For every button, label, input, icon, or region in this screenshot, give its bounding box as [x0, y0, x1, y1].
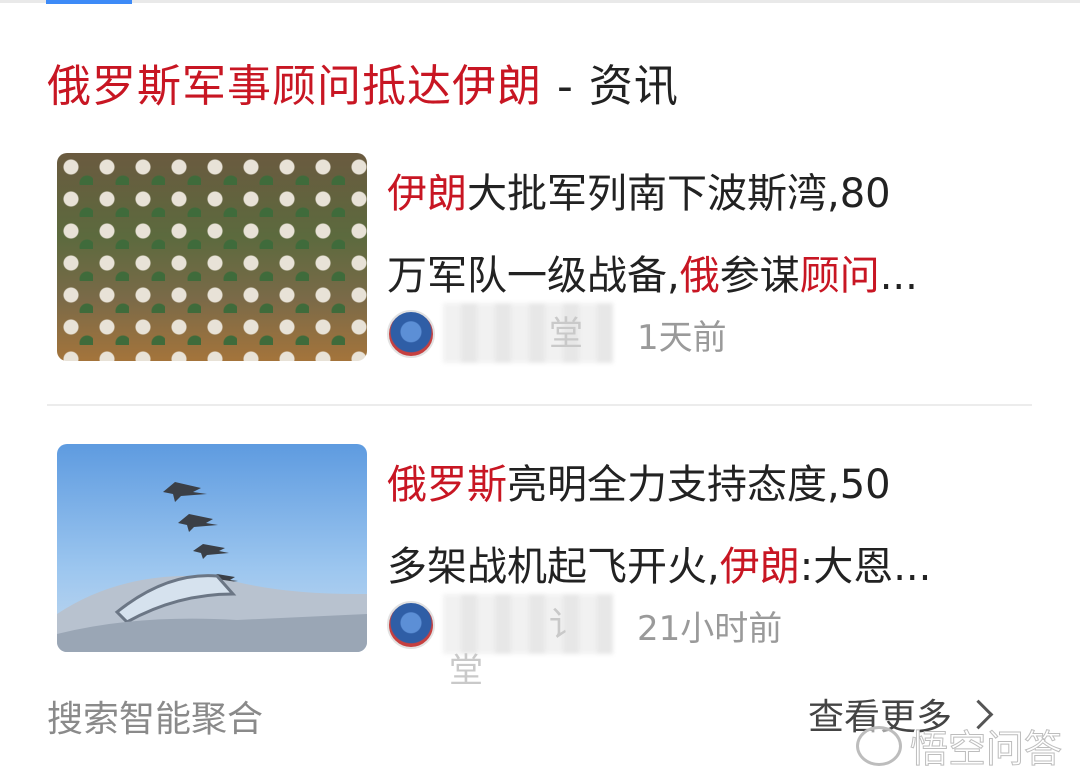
source-name[interactable]: 堂 — [443, 303, 613, 363]
publish-time: 1天前 — [637, 317, 727, 358]
headline-keyword: 俄罗斯 — [387, 462, 507, 508]
publish-time: 21小时前 — [637, 608, 783, 649]
watermark-text: 悟空问答 — [909, 727, 1063, 772]
page-title[interactable]: 俄罗斯军事顾问抵达伊朗 - 资讯 — [47, 52, 679, 122]
headline[interactable]: 伊朗大批军列南下波斯湾,80 万军队一级战备,俄参谋顾问... — [387, 153, 1027, 317]
headline-line-1: 俄罗斯亮明全力支持态度,50 — [387, 444, 1027, 526]
page-title-suffix: - 资讯 — [542, 61, 679, 112]
top-divider — [0, 0, 1080, 3]
news-meta: 堂 1天前 — [387, 303, 727, 363]
headline-text: 万军队一级战备, — [387, 253, 680, 299]
headline-text: 亮明全力支持态度,50 — [507, 462, 891, 508]
headline-text: 大批军列南下波斯湾,80 — [467, 171, 891, 217]
divider — [47, 404, 1032, 406]
headline-keyword: 伊朗 — [719, 544, 800, 590]
fighter-jets-image[interactable] — [57, 444, 367, 652]
source-avatar[interactable] — [387, 601, 435, 649]
page-title-highlight: 俄罗斯军事顾问抵达伊朗 — [47, 61, 542, 112]
speech-bubble-icon — [856, 725, 902, 766]
headline-text: ... — [879, 253, 918, 299]
headline-line-1: 伊朗大批军列南下波斯湾,80 — [387, 153, 1027, 235]
headline-text: 多架战机起飞开火, — [387, 544, 720, 590]
troops-parade-image[interactable] — [57, 153, 367, 361]
source-avatar[interactable] — [387, 310, 435, 358]
source-name[interactable]: 讠 堂 — [443, 594, 613, 691]
headline[interactable]: 俄罗斯亮明全力支持态度,50 多架战机起飞开火,伊朗:大恩... — [387, 444, 1027, 608]
news-card[interactable]: 俄罗斯亮明全力支持态度,50 多架战机起飞开火,伊朗:大恩... 讠 堂 21小… — [57, 444, 1032, 691]
search-aggregation-label: 搜索智能聚合 — [47, 699, 264, 740]
news-card[interactable]: 伊朗大批军列南下波斯湾,80 万军队一级战备,俄参谋顾问... 堂 1天前 — [57, 153, 1032, 363]
headline-text: 参谋 — [719, 253, 800, 299]
news-meta: 讠 堂 21小时前 — [387, 594, 783, 691]
news-card-text[interactable]: 伊朗大批军列南下波斯湾,80 万军队一级战备,俄参谋顾问... 堂 1天前 — [387, 153, 1027, 363]
headline-keyword: 顾问 — [799, 253, 880, 299]
watermark: 悟空问答 — [856, 718, 1063, 773]
active-tab-indicator — [46, 0, 132, 4]
news-card-text[interactable]: 俄罗斯亮明全力支持态度,50 多架战机起飞开火,伊朗:大恩... 讠 堂 21小… — [387, 444, 1027, 691]
headline-text: :大恩... — [799, 544, 932, 590]
headline-keyword: 俄 — [679, 253, 720, 299]
source-name-text: 堂 — [549, 314, 583, 354]
headline-keyword: 伊朗 — [387, 171, 467, 217]
